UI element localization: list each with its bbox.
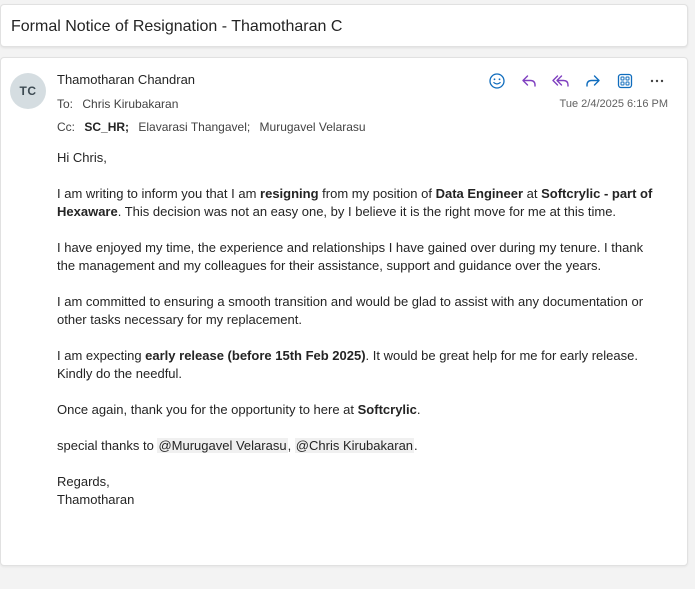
paragraph-thanks: Once again, thank you for the opportunit… bbox=[57, 401, 663, 419]
avatar[interactable]: TC bbox=[10, 73, 46, 109]
text-run: . bbox=[416, 402, 421, 417]
apps-icon[interactable] bbox=[613, 70, 637, 92]
cc-line: Cc: SC_HR; Elavarasi Thangavel; Murugave… bbox=[57, 120, 370, 134]
cc-recipient-elavarasi[interactable]: Elavarasi Thangavel; bbox=[138, 120, 250, 134]
text-run: at bbox=[523, 186, 542, 201]
bold-role: Data Engineer bbox=[435, 186, 524, 201]
mention-murugavel[interactable]: @Murugavel Velarasu bbox=[157, 438, 288, 453]
more-icon[interactable] bbox=[645, 70, 669, 92]
paragraph-special-thanks: special thanks to @Murugavel Velarasu, @… bbox=[57, 437, 663, 455]
message-toolbar bbox=[485, 70, 669, 92]
paragraph-release: I am expecting early release (before 15t… bbox=[57, 347, 663, 383]
regards: Regards, bbox=[57, 474, 110, 489]
reply-all-icon[interactable] bbox=[549, 70, 573, 92]
paragraph-gratitude: I have enjoyed my time, the experience a… bbox=[57, 240, 644, 273]
subject-header: Formal Notice of Resignation - Thamothar… bbox=[0, 4, 688, 47]
cc-recipient-murugavel[interactable]: Murugavel Velarasu bbox=[260, 120, 366, 134]
paragraph-transition: I am committed to ensuring a smooth tran… bbox=[57, 294, 644, 327]
text-run: Once again, thank you for the opportunit… bbox=[57, 402, 358, 417]
signature: Thamotharan bbox=[57, 492, 135, 507]
to-line: To: Chris Kirubakaran bbox=[57, 97, 182, 111]
greeting: Hi Chris, bbox=[57, 150, 107, 165]
cc-recipient-sc-hr[interactable]: SC_HR; bbox=[84, 120, 129, 134]
forward-icon[interactable] bbox=[581, 70, 605, 92]
bold-release-date: early release (before 15th Feb 2025) bbox=[145, 348, 366, 363]
reply-icon[interactable] bbox=[517, 70, 541, 92]
sent-timestamp: Tue 2/4/2025 6:16 PM bbox=[559, 98, 668, 110]
email-subject: Formal Notice of Resignation - Thamothar… bbox=[11, 18, 343, 35]
emoji-icon[interactable] bbox=[485, 70, 509, 92]
paragraph-intent: I am writing to inform you that I am res… bbox=[57, 185, 663, 221]
text-run: . This decision was not an easy one, by … bbox=[117, 204, 617, 219]
recipient-chris[interactable]: Chris Kirubakaran bbox=[82, 97, 178, 111]
text-run: . bbox=[414, 438, 418, 453]
text-run: , bbox=[287, 438, 295, 453]
text-run: I am expecting bbox=[57, 348, 146, 363]
mention-chris[interactable]: @Chris Kirubakaran bbox=[294, 438, 415, 453]
to-label: To: bbox=[57, 97, 74, 111]
text-run: I am writing to inform you that I am bbox=[57, 186, 261, 201]
cc-label: Cc: bbox=[57, 120, 75, 134]
bold-softcrylic: Softcrylic bbox=[357, 402, 417, 417]
text-run: special thanks to bbox=[57, 438, 158, 453]
sender-name[interactable]: Thamotharan Chandran bbox=[57, 72, 195, 87]
text-run: from my position of bbox=[318, 186, 436, 201]
bold-resigning: resigning bbox=[260, 186, 319, 201]
message-body: Hi Chris, I am writing to inform you tha… bbox=[57, 149, 663, 509]
message-card: TC Thamotharan Chandran To: Chris Kiruba… bbox=[0, 57, 688, 566]
